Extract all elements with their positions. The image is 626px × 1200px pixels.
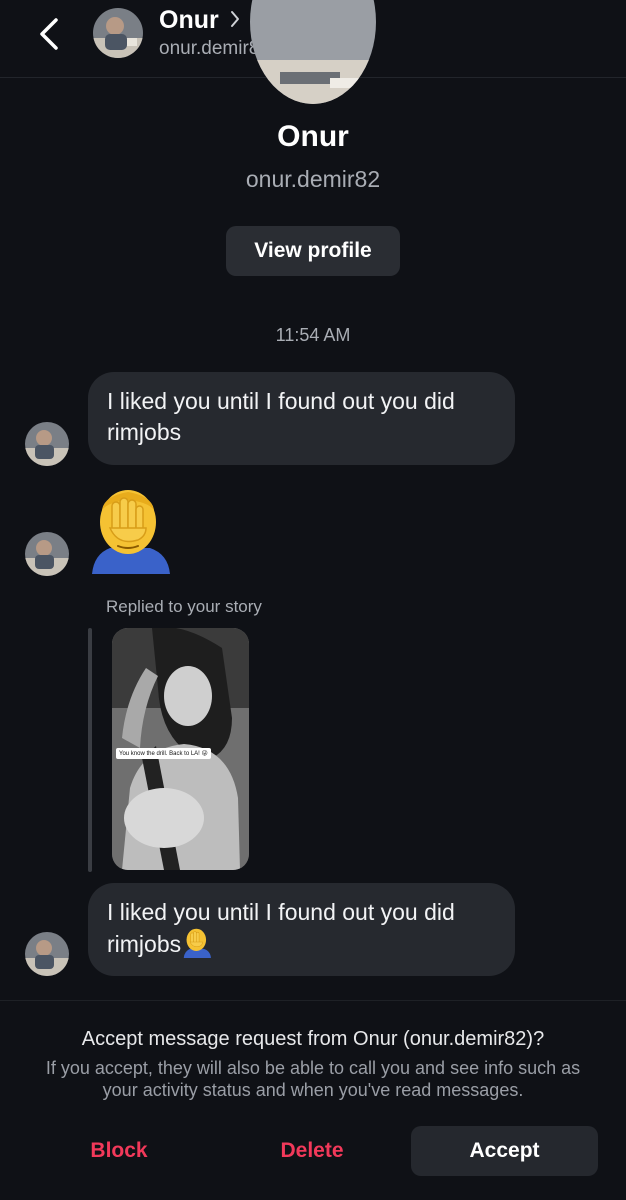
view-profile-button[interactable]: View profile (226, 226, 400, 276)
request-subtitle: If you accept, they will also be able to… (45, 1058, 581, 1100)
profile-name: Onur (277, 120, 349, 153)
header-avatar[interactable] (93, 8, 143, 58)
reply-quote-bar (88, 628, 92, 872)
profile-avatar[interactable] (250, 0, 376, 104)
accept-button[interactable]: Accept (411, 1126, 598, 1176)
header-name[interactable]: Onur (159, 6, 219, 35)
facepalm-emoji (183, 928, 212, 958)
replied-to-story-label: Replied to your story (106, 597, 262, 616)
back-arrow-icon[interactable] (34, 14, 66, 54)
message-bubble[interactable]: I liked you until I found out you did ri… (88, 883, 515, 976)
sender-avatar[interactable] (25, 422, 69, 466)
facepalm-emoji[interactable] (88, 488, 172, 574)
profile-username: onur.demir82 (245, 166, 381, 192)
message-timestamp: 11:54 AM (275, 325, 351, 345)
chevron-right-icon[interactable] (228, 8, 242, 30)
request-title: Accept message request from Onur (onur.d… (81, 1028, 545, 1050)
footer-divider (0, 1000, 626, 1001)
delete-button[interactable]: Delete (252, 1126, 372, 1176)
sender-avatar[interactable] (25, 932, 69, 976)
message-bubble[interactable]: I liked you until I found out you did ri… (88, 372, 515, 465)
block-button[interactable]: Block (60, 1126, 178, 1176)
story-caption: You know the drill. Back to LA! 😜 (116, 748, 211, 759)
sender-avatar[interactable] (25, 532, 69, 576)
message-text: I liked you until I found out you did ri… (107, 899, 455, 957)
